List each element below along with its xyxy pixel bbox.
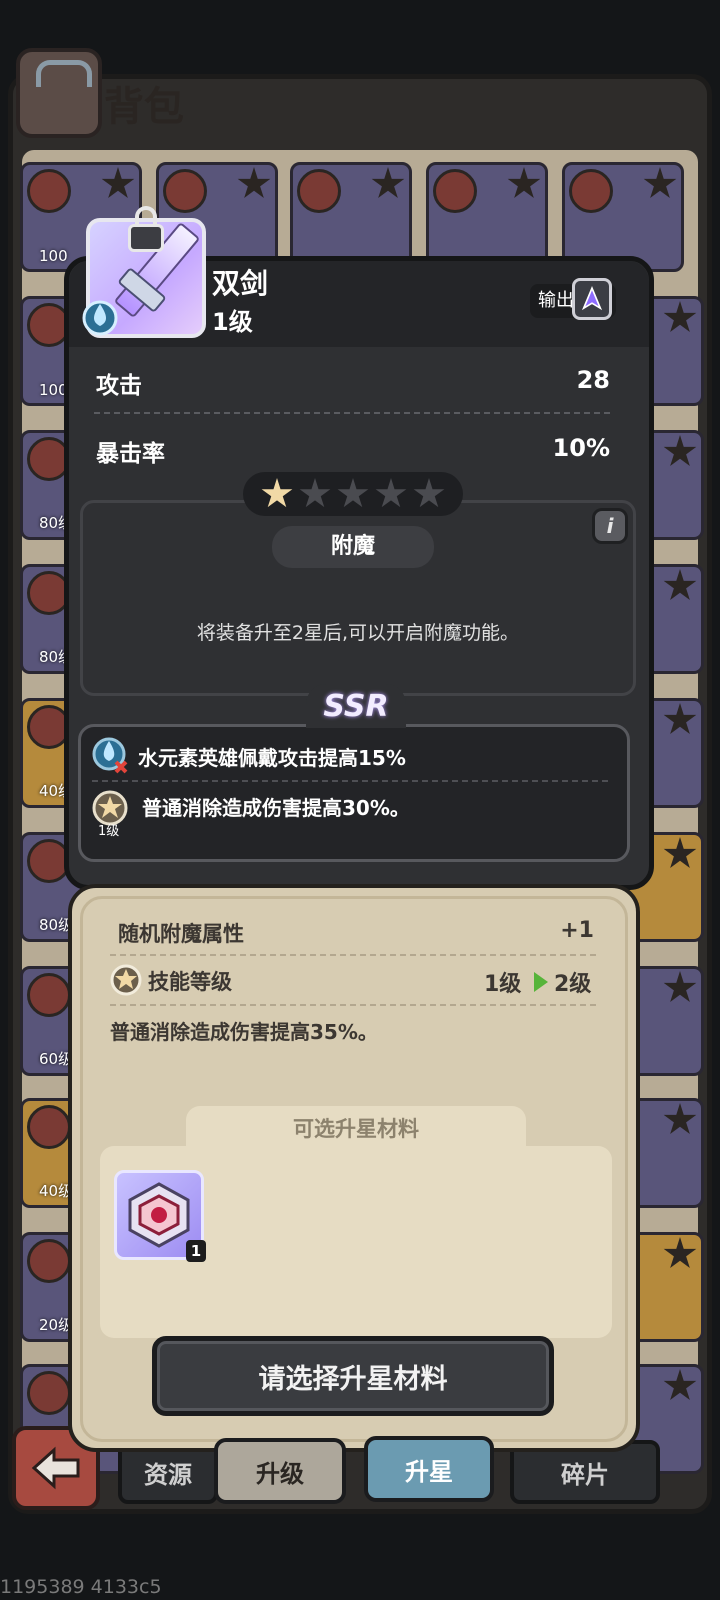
hero-portrait-icon [27,1371,71,1415]
star-rank-icon [663,703,697,734]
material-count: 1 [186,1240,206,1262]
info-button[interactable]: i [592,508,628,544]
star-rank-icon [237,167,271,198]
enchant-note: 将装备升至2星后,可以开启附魔功能。 [196,622,520,644]
hero-portrait-icon [27,1105,71,1149]
random-enchant-value: +1 [560,918,594,943]
debug-overlay-text: 1195389 4133c5 [0,1576,162,1598]
tab-fragments-label: 碎片 [561,1460,609,1489]
star-empty-icon [337,478,369,508]
skill-level-from: 1级 [484,972,522,997]
divider [94,412,610,414]
tab-star-up[interactable]: 升星 [364,1436,494,1502]
star-empty-icon [375,478,407,508]
ssr-effect-1: 水元素英雄佩戴攻击提高15% [138,746,406,770]
stat-attack-label: 攻击 [96,373,142,399]
star-rank-icon [663,1369,697,1400]
stat-crit-label: 暴击率 [96,441,165,467]
hero-portrait-icon [27,1239,71,1283]
tab-star-up-label: 升星 [405,1457,453,1486]
divider [110,1004,596,1006]
tab-upgrade[interactable]: 升级 [214,1438,346,1504]
hero-portrait-icon [27,973,71,1017]
stat-attack-value: 28 [576,366,610,394]
item-level-label: 100 [39,247,68,265]
select-material-button[interactable]: 请选择升星材料 [152,1336,554,1416]
backpack-icon [16,48,102,138]
star-rank-icon [101,167,135,198]
star-rank-icon [663,569,697,600]
back-arrow-icon [31,1446,80,1490]
star-rank-icon [507,167,541,198]
hero-portrait-icon [569,169,613,213]
output-role-icon [572,278,612,320]
star-filled-icon [261,478,293,508]
item-name: 双剑 [212,267,269,300]
select-material-label: 请选择升星材料 [258,1363,448,1395]
divider [92,780,608,782]
next-effect-text: 普通消除造成伤害提高35%。 [110,1020,378,1044]
star-empty-icon [299,478,331,508]
skill-level-to: 2级 [554,972,592,997]
ssr-badge: SSR [306,684,406,728]
tab-resources-label: 资源 [144,1460,192,1489]
divider [110,954,596,956]
enchant-title: 附魔 [272,526,434,568]
backpack-title: 背包 [104,84,184,130]
materials-title: 可选升星材料 [186,1106,526,1152]
ssr-effect-2: 普通消除造成伤害提高30%。 [142,796,410,820]
star-rating [243,472,463,516]
hero-portrait-icon [433,169,477,213]
info-icon: i [606,514,614,538]
hero-portrait-icon [297,169,341,213]
star-rank-icon [643,167,677,198]
stat-crit-value: 10% [552,434,610,462]
hero-portrait-icon [163,169,207,213]
star-rank-icon [663,301,697,332]
star-rank-icon [663,1103,697,1134]
hero-portrait-icon [27,169,71,213]
star-rank-icon [663,1237,697,1268]
star-rank-icon [371,167,405,198]
item-level: 1级 [212,308,253,336]
skill-level-label: 技能等级 [148,970,232,994]
star-rank-icon [663,435,697,466]
tab-upgrade-label: 升级 [256,1459,304,1488]
star-up-material-icon [128,1182,190,1248]
lock-icon[interactable] [128,206,164,252]
skill-star-icon [110,964,142,996]
star-rank-icon [663,971,697,1002]
star-empty-icon [413,478,445,508]
lock-body [128,224,164,252]
random-enchant-label: 随机附魔属性 [118,922,244,946]
arrow-right-icon [534,972,548,992]
skill-level-badge: 1级 [98,824,120,839]
water-element-disabled-icon [92,734,130,774]
star-rank-icon [663,837,697,868]
water-element-icon [80,296,120,336]
